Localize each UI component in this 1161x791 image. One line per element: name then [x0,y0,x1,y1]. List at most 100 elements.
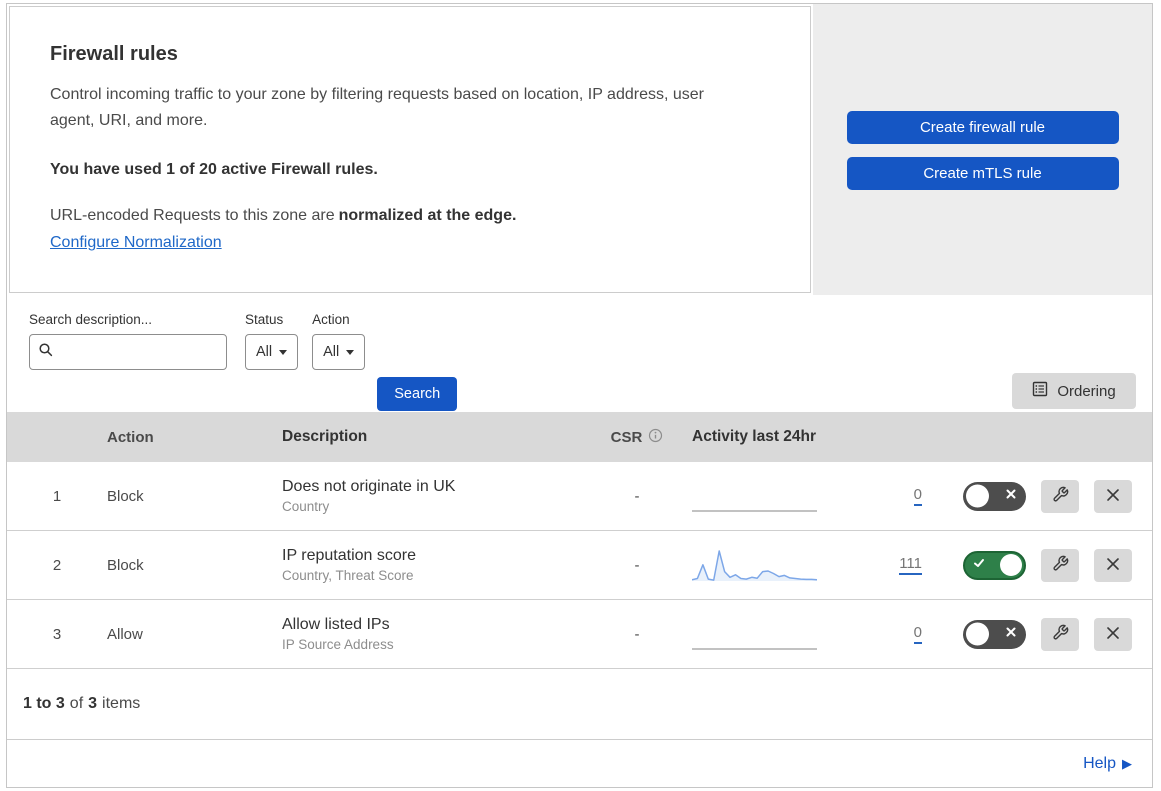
rule-csr-value: - [634,487,640,505]
rule-priority: 3 [52,625,62,643]
activity-count-link[interactable]: 0 [913,624,922,644]
info-icon[interactable] [648,428,663,447]
table-header-row: Action Description CSR Activity last 24h… [7,412,1152,462]
header-action: Action [107,428,154,446]
top-section: Firewall rules Control incoming traffic … [7,4,1152,295]
chevron-down-icon [346,349,355,355]
rule-enabled-toggle[interactable] [963,550,1026,580]
help-link[interactable]: Help ▶ [1083,755,1132,773]
toggle-check-icon [973,556,985,574]
rule-controls [922,479,1132,513]
page-description: Control incoming traffic to your zone by… [50,86,704,130]
help-label: Help [1083,754,1116,772]
pagination-summary: 1 to 3 of 3 items [7,669,1152,739]
normalization-prefix: URL-encoded Requests to this zone are [50,206,335,224]
search-label: Search description... [29,312,153,327]
search-icon [38,342,54,363]
wrench-icon [1052,486,1069,506]
rule-priority: 1 [52,487,62,505]
close-icon [1106,626,1120,643]
rule-description: Allow listed IPs IP Source Address [282,616,582,652]
toggle-x-icon [1005,487,1017,505]
toggle-x-icon [1005,625,1017,643]
action-value: All [323,344,340,360]
rule-description-title: Allow listed IPs [282,616,390,633]
status-dropdown[interactable]: All [245,334,299,370]
activity-sparkline [691,547,818,583]
action-label: Action [312,312,350,327]
normalization-note: URL-encoded Requests to this zone are nor… [50,207,770,225]
search-input[interactable] [60,344,218,360]
rule-action: Allow [107,625,143,643]
toggle-knob [1000,554,1022,576]
wrench-icon [1052,555,1069,575]
activity-count-link[interactable]: 0 [913,486,922,506]
usage-notice: You have used 1 of 20 active Firewall ru… [50,160,378,178]
help-bar: Help ▶ [7,739,1152,787]
rule-fields: Country [282,499,330,514]
table-row: 2 Block IP reputation score Country, Thr… [7,531,1152,600]
ordering-button[interactable]: Ordering [1012,373,1136,409]
status-value: All [256,344,273,360]
rules-table: Action Description CSR Activity last 24h… [7,412,1152,669]
rule-action: Block [107,556,144,574]
rule-description: Does not originate in UK Country [282,478,582,514]
configure-normalization-link[interactable]: Configure Normalization [50,234,222,251]
delete-rule-button[interactable] [1094,479,1132,513]
ordering-button-label: Ordering [1057,382,1116,400]
header-activity: Activity last 24hr [692,428,817,445]
rule-fields: Country, Threat Score [282,568,414,583]
actions-panel: Create firewall rule Create mTLS rule [813,4,1152,295]
close-icon [1106,488,1120,505]
toggle-knob [966,622,989,646]
rule-action: Block [107,487,144,505]
search-box [29,334,227,370]
header-description: Description [282,428,368,445]
rule-description-title: Does not originate in UK [282,478,456,495]
activity-sparkline [692,616,817,652]
action-dropdown[interactable]: All [312,334,366,370]
intro-card: Firewall rules Control incoming traffic … [9,6,811,293]
rule-fields: IP Source Address [282,637,394,652]
ordering-list-icon [1032,381,1048,401]
create-firewall-rule-button[interactable]: Create firewall rule [846,111,1119,144]
rule-priority: 2 [52,556,62,574]
rule-activity: 111 [691,547,922,583]
delete-rule-button[interactable] [1094,548,1132,582]
help-arrow-icon: ▶ [1122,755,1132,771]
status-label: Status [245,312,284,327]
table-row: 3 Allow Allow listed IPs IP Source Addre… [7,600,1152,669]
rule-enabled-toggle[interactable] [963,619,1026,649]
filter-bar: Search description... Status All Action … [7,295,1152,412]
edit-rule-button[interactable] [1041,479,1079,513]
normalization-bold: normalized at the edge. [338,206,517,224]
rule-activity: 0 [692,478,922,514]
edit-rule-button[interactable] [1041,617,1079,651]
edit-rule-button[interactable] [1041,548,1079,582]
header-csr-label: CSR [610,428,643,446]
wrench-icon [1052,624,1069,644]
chevron-down-icon [279,349,288,355]
header-csr: CSR [582,428,692,447]
items-of: of [69,695,84,712]
activity-count-link[interactable]: 111 [899,555,922,575]
delete-rule-button[interactable] [1094,617,1132,651]
rule-activity: 0 [692,616,922,652]
search-button[interactable]: Search [377,377,458,411]
items-label: items [102,695,141,712]
rule-controls [922,548,1132,582]
page-title: Firewall rules [50,43,178,65]
close-icon [1106,557,1120,574]
items-total: 3 [88,695,98,712]
rule-csr-value: - [634,625,640,643]
create-mtls-rule-button[interactable]: Create mTLS rule [846,157,1119,190]
rule-controls [922,617,1132,651]
rule-csr-value: - [634,556,640,574]
table-row: 1 Block Does not originate in UK Country… [7,462,1152,531]
firewall-rules-page: Firewall rules Control incoming traffic … [6,3,1153,788]
activity-sparkline [692,478,817,514]
rule-enabled-toggle[interactable] [963,481,1026,511]
toggle-knob [966,484,989,508]
rule-description-title: IP reputation score [282,547,417,564]
rule-description: IP reputation score Country, Threat Scor… [282,547,582,583]
